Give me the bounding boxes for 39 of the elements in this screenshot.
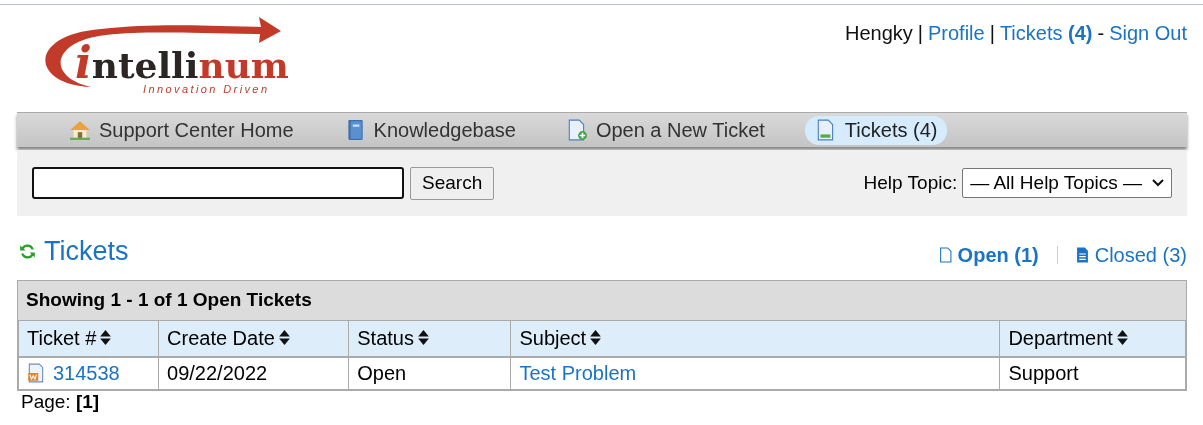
column-header[interactable]: Ticket # — [18, 320, 159, 357]
column-header[interactable]: Status — [348, 320, 511, 357]
column-header[interactable]: Create Date — [158, 320, 349, 357]
column-header[interactable]: Subject — [510, 320, 1000, 357]
search-button[interactable]: Search — [410, 166, 495, 200]
table-caption: Showing 1 - 1 of 1 Open Tickets — [18, 281, 1186, 320]
nav-tab[interactable]: Tickets (4) — [804, 115, 948, 145]
sort-icon — [278, 330, 290, 345]
pagination: Page: [1] — [21, 391, 101, 413]
account-link[interactable]: Profile — [928, 22, 985, 45]
nav-tab[interactable]: Support Center Home — [59, 115, 304, 145]
sort-icon — [417, 330, 429, 345]
sort-icon — [100, 330, 112, 345]
help-topic-label: Help Topic: — [863, 172, 958, 194]
table-cell: 09/22/2022 — [158, 357, 349, 390]
table-cell: Open — [348, 357, 511, 390]
house-icon — [69, 119, 91, 141]
separator: | — [917, 22, 923, 45]
sort-icon — [1116, 330, 1128, 345]
sort-icon — [590, 330, 602, 345]
account-link[interactable]: Tickets (4) — [999, 22, 1093, 45]
help-topic-dropdown[interactable]: — All Help Topics — — [962, 168, 1172, 198]
nav-tab[interactable]: Knowledgebase — [333, 115, 526, 145]
user-name: Hengky — [844, 22, 913, 45]
filter-link[interactable]: Closed (3) — [1075, 243, 1187, 267]
page-title: Tickets — [44, 235, 129, 267]
search-field[interactable] — [32, 167, 404, 199]
document-icon — [938, 247, 952, 263]
subject-link[interactable]: Test Problem — [519, 362, 637, 384]
document-icon — [1075, 247, 1089, 263]
separator: | — [989, 22, 995, 45]
chevron-down-icon — [1152, 179, 1164, 187]
document-icon — [27, 363, 45, 383]
filter-link[interactable]: Open (1) — [938, 243, 1039, 267]
column-header[interactable]: Department — [999, 320, 1186, 357]
account-link[interactable]: Sign Out — [1109, 22, 1187, 45]
separator: - — [1097, 22, 1105, 45]
table-cell: Support — [999, 357, 1186, 390]
nav-tab[interactable]: Open a New Ticket — [555, 115, 775, 145]
